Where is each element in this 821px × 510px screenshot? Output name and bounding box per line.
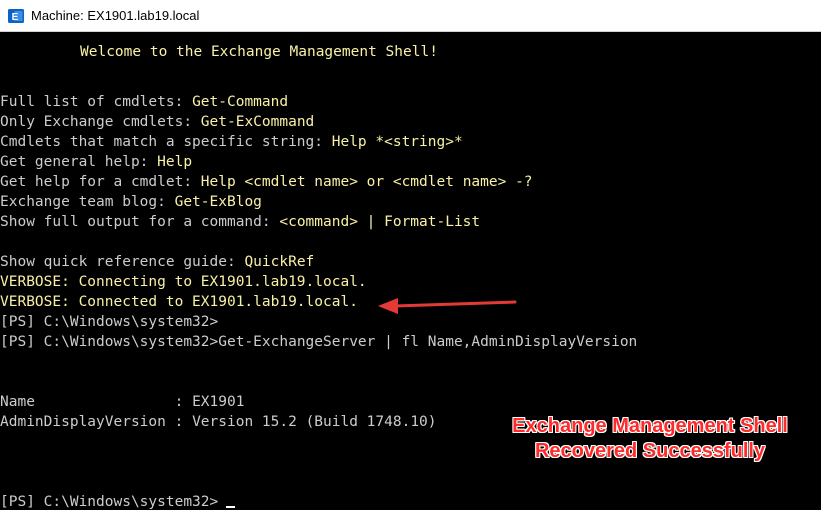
annotation-line-2: Recovered Successfully — [534, 440, 766, 462]
success-annotation: Exchange Management Shell Recovered Succ… — [470, 414, 821, 464]
annotation-line-1: Exchange Management Shell — [512, 415, 788, 437]
